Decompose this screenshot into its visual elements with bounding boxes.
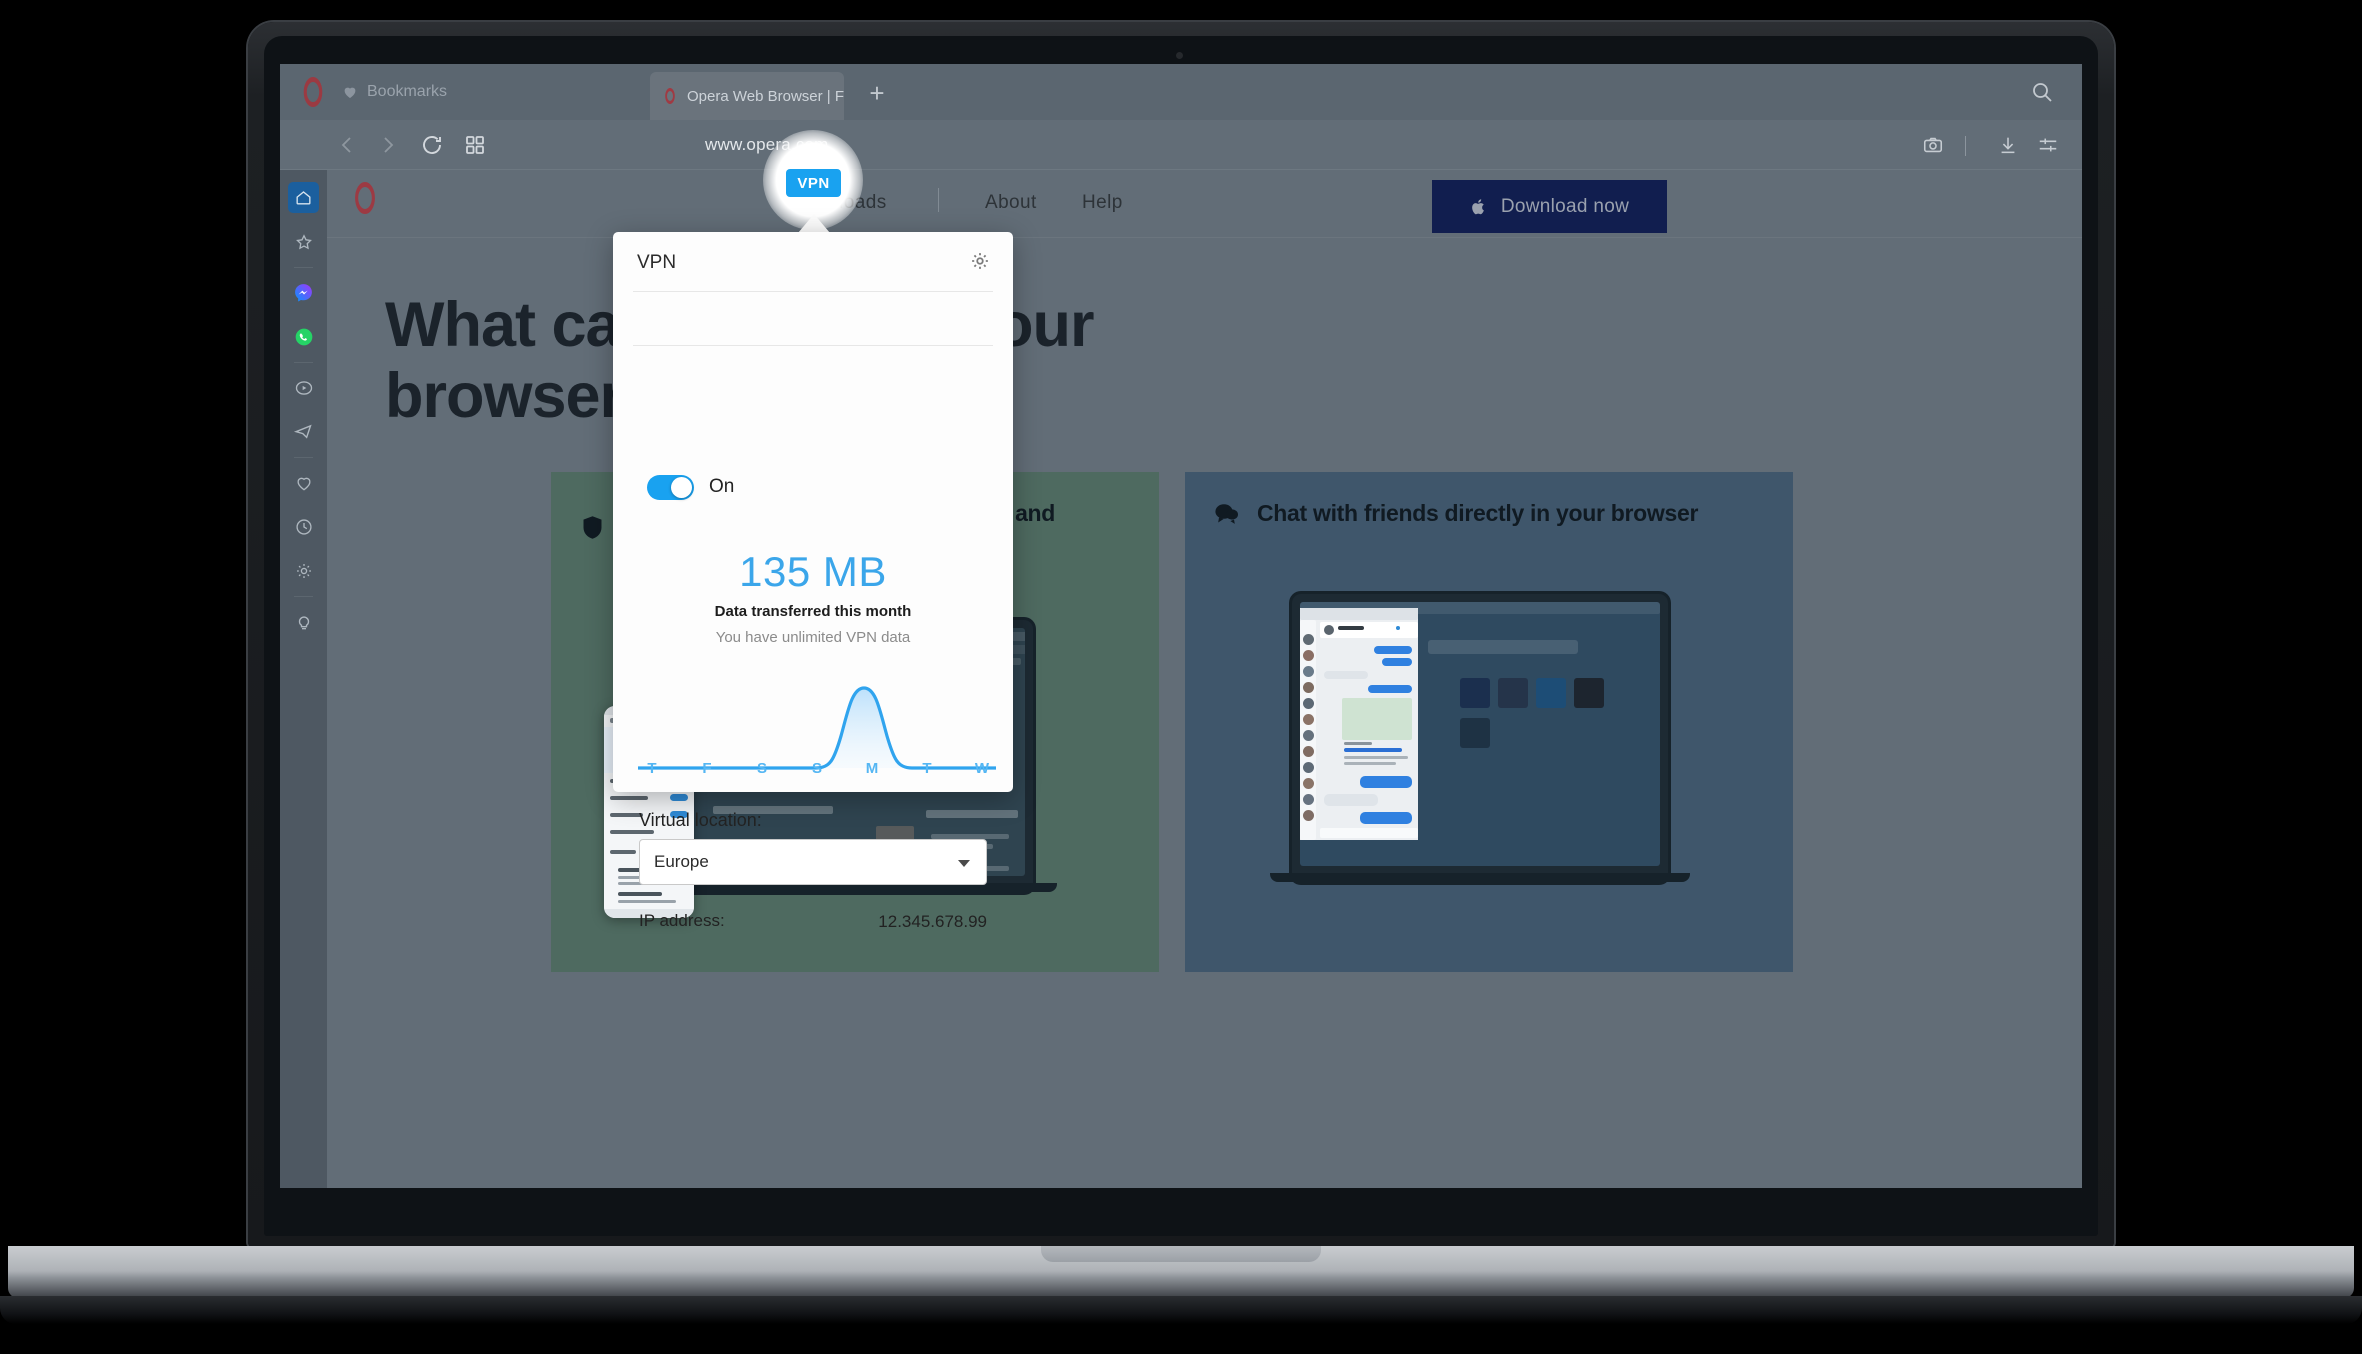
download-now-label: Download now: [1500, 195, 1630, 217]
download-icon[interactable]: [1997, 134, 2019, 156]
sidebar-item-history[interactable]: [288, 511, 319, 542]
browser-tabstrip: Bookmarks Opera Web Browser | Faster, S …: [280, 64, 2082, 120]
sidebar-divider: [294, 457, 313, 458]
messenger-icon: [295, 284, 312, 302]
play-circle-icon: [295, 380, 312, 395]
heart-icon: [344, 87, 356, 98]
forward-arrow-icon[interactable]: [376, 133, 400, 157]
sidebar-item-speed-dial[interactable]: [288, 226, 319, 257]
chart-label-3: S: [811, 760, 822, 777]
opera-logo-icon: [303, 77, 323, 107]
grid-icon[interactable]: [463, 133, 487, 157]
vpn-data-caption: Data transferred this month: [714, 603, 912, 620]
vpn-badge-button[interactable]: VPN: [786, 169, 841, 197]
vpn-popup-title: VPN: [637, 252, 677, 273]
sidebar-item-favorites[interactable]: [288, 467, 319, 498]
sliders-icon[interactable]: [2037, 134, 2059, 156]
chat-laptop-mockup: [1270, 594, 1690, 882]
shield-icon: [583, 515, 602, 539]
vpn-popup-panel: VPN On 135 MB Data transferred this mont…: [613, 232, 1013, 931]
back-arrow-icon[interactable]: [335, 133, 359, 157]
vpn-toggle-knob: [671, 477, 692, 498]
virtual-location-select[interactable]: Europe: [639, 839, 987, 885]
addressbar-divider: [1965, 136, 1966, 156]
laptop-frame: Bookmarks Opera Web Browser | Faster, S …: [0, 0, 2362, 1354]
ip-address-value: 12.345.678.99: [878, 912, 987, 931]
apple-logo-icon: [1472, 198, 1484, 214]
feature-card-chat[interactable]: Chat with friends directly in your brows…: [1185, 472, 1793, 972]
popup-divider-bottom: [633, 345, 993, 346]
sidebar-item-tips[interactable]: [288, 606, 319, 637]
laptop-base-notch: [1041, 1246, 1321, 1262]
tab-favicon-icon: [665, 88, 675, 104]
nav-divider: [938, 188, 939, 212]
chevron-down-icon: [958, 860, 970, 867]
reload-icon[interactable]: [420, 133, 444, 157]
sidebar-divider: [294, 267, 313, 268]
nav-link-help[interactable]: Help: [1082, 192, 1123, 214]
home-icon: [296, 191, 311, 205]
sidebar-divider: [294, 596, 313, 597]
lightbulb-icon: [298, 616, 309, 629]
feature-card-chat-title: Chat with friends directly in your brows…: [1257, 500, 1699, 526]
chat-bubble-icon: [1215, 503, 1238, 524]
ip-address-label: IP address:: [639, 911, 725, 930]
bookmarks-label: Bookmarks: [367, 83, 448, 100]
sidebar-divider: [294, 362, 313, 363]
feature-card-chat-heading: Chat with friends directly in your brows…: [1213, 500, 1769, 527]
virtual-location-value: Europe: [654, 852, 709, 871]
chart-label-1: F: [702, 760, 712, 777]
chart-label-6: W: [974, 760, 990, 777]
sidebar-item-player[interactable]: [288, 372, 319, 403]
camera-icon[interactable]: [1922, 134, 1944, 156]
sidebar-item-whatsapp[interactable]: [288, 321, 319, 352]
laptop-screen: Bookmarks Opera Web Browser | Faster, S …: [280, 64, 2082, 1188]
telegram-icon: [293, 424, 312, 439]
vpn-chart-axis-labels: T F S S M T W: [638, 760, 996, 777]
popup-arrow: [798, 214, 830, 233]
popup-divider-top: [633, 291, 993, 292]
gear-icon: [296, 563, 311, 578]
star-icon: [295, 233, 312, 249]
site-header: Downloads About Help Download now: [327, 170, 2082, 238]
chart-label-0: T: [647, 760, 657, 777]
bookmarks-button[interactable]: Bookmarks: [342, 78, 447, 106]
sidebar-item-settings[interactable]: [288, 555, 319, 586]
search-icon[interactable]: [2030, 80, 2054, 104]
chart-label-4: M: [865, 760, 879, 777]
clock-icon: [295, 518, 312, 535]
sidebar-item-telegram[interactable]: [288, 416, 319, 447]
webpage-content: Downloads About Help Download now What c…: [327, 170, 2082, 1188]
sidebar-item-messenger[interactable]: [288, 277, 319, 308]
gear-icon[interactable]: [969, 250, 991, 272]
vpn-data-note: You have unlimited VPN data: [715, 629, 911, 646]
chart-label-5: T: [922, 760, 932, 777]
vpn-toggle-label: On: [709, 476, 735, 497]
opera-site-logo-icon: [355, 182, 375, 214]
sidebar-item-home[interactable]: [288, 182, 319, 213]
laptop-base-shadow: [0, 1296, 2362, 1324]
chart-label-2: S: [756, 760, 767, 777]
vpn-data-amount: 135 MB: [739, 548, 887, 595]
download-now-button[interactable]: Download now: [1432, 180, 1667, 233]
browser-sidebar: •••: [280, 170, 327, 1188]
virtual-location-label: Virtual location:: [639, 810, 762, 830]
browser-addressbar: www.opera.com: [280, 120, 2082, 170]
nav-link-about[interactable]: About: [985, 192, 1037, 214]
tab-title: Opera Web Browser | Faster, S: [687, 87, 844, 105]
new-tab-button[interactable]: +: [864, 80, 890, 108]
webcam-dot: [1176, 52, 1183, 59]
browser-tab[interactable]: Opera Web Browser | Faster, S: [650, 72, 844, 120]
heart-icon: [297, 477, 310, 490]
whatsapp-icon: [295, 328, 312, 345]
vpn-toggle-switch[interactable]: [647, 475, 694, 500]
